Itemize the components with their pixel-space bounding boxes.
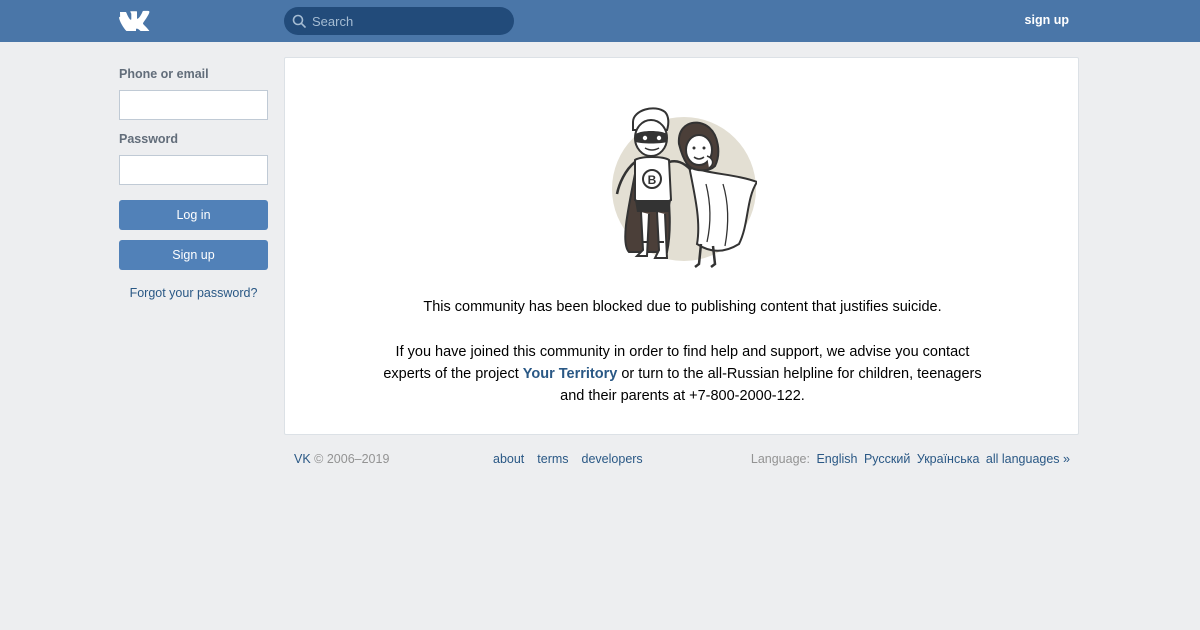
language-label: Language:	[750, 452, 810, 466]
search-icon	[292, 14, 306, 28]
search-input[interactable]	[312, 7, 507, 35]
language-english[interactable]: English	[816, 452, 857, 466]
support-advice: If you have joined this community in ord…	[380, 341, 985, 407]
footer-link-terms[interactable]: terms	[537, 452, 568, 466]
forgot-password-link[interactable]: Forgot your password?	[119, 286, 268, 300]
password-label: Password	[119, 132, 179, 146]
footer-link-developers[interactable]: developers	[582, 452, 643, 466]
language-ukrainian[interactable]: Українська	[917, 452, 980, 466]
top-bar: sign up	[0, 0, 1200, 42]
footer-link-about[interactable]: about	[493, 452, 524, 466]
advice-text-end: or turn to the all-Russian helpline for …	[560, 366, 982, 404]
blocked-notice-card: B This community has been blocked due to…	[284, 57, 1079, 435]
login-button[interactable]: Log in	[119, 200, 268, 230]
svg-text:B: B	[648, 173, 657, 187]
footer: VK © 2006–2019 about terms developers Lang…	[294, 452, 1070, 468]
all-languages-link[interactable]: all languages »	[986, 452, 1070, 466]
phone-email-label: Phone or email	[119, 67, 209, 81]
copyright-years: © 2006–2019	[310, 452, 390, 466]
blocked-message: This community has been blocked due to p…	[423, 299, 942, 315]
language-selector: Language: English Русский Українська all…	[751, 452, 1070, 466]
sign-up-link[interactable]: sign up	[1025, 13, 1069, 27]
signup-button[interactable]: Sign up	[119, 240, 268, 270]
search-box[interactable]	[284, 7, 514, 35]
password-field[interactable]	[119, 155, 268, 185]
superhero-couple-illustration: B	[612, 107, 757, 268]
footer-links: about terms developers	[493, 452, 656, 466]
language-russian[interactable]: Русский	[864, 452, 910, 466]
phone-email-field[interactable]	[119, 90, 268, 120]
your-territory-link[interactable]: Your Territory	[523, 366, 618, 382]
vk-brand-link[interactable]: VK	[294, 452, 311, 466]
copyright: VK © 2006–2019	[294, 452, 389, 466]
vk-logo-icon[interactable]	[119, 10, 152, 31]
